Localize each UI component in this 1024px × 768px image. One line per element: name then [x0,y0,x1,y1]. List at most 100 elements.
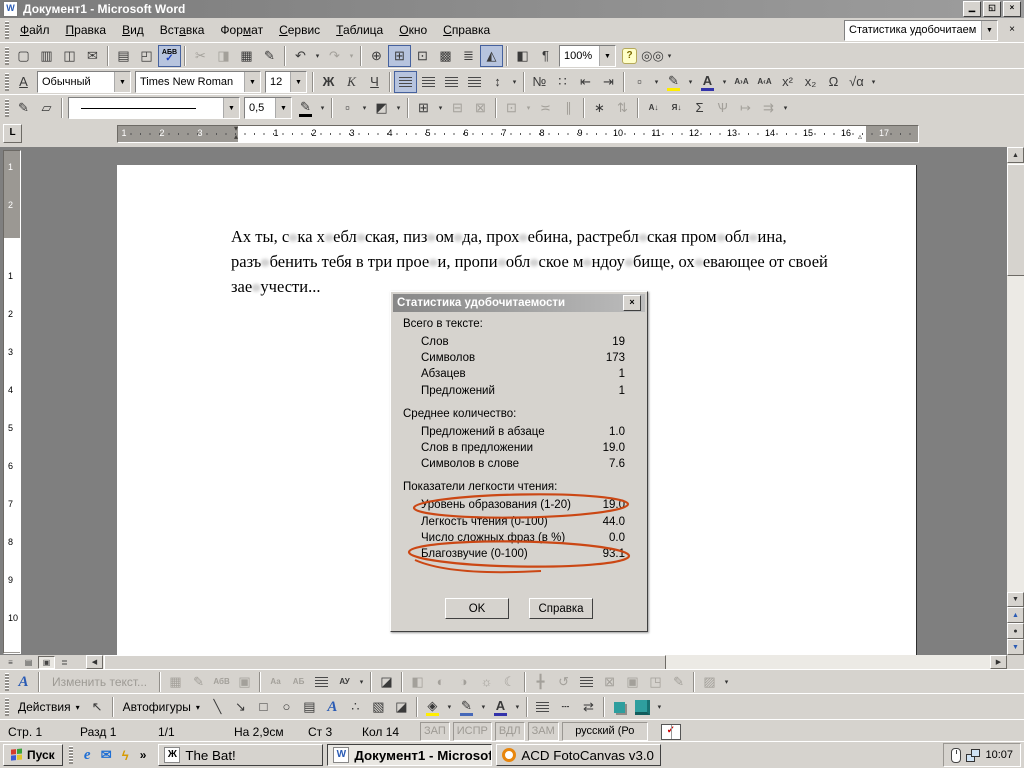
spelling-status-icon[interactable]: ✓ [661,724,681,740]
fill-color-dropdown[interactable]: ▾ [444,696,455,718]
align-center-icon[interactable] [417,71,440,93]
spelling-icon[interactable]: АБВ✓ [158,45,181,67]
next-page-icon[interactable]: ▼ [1007,639,1024,655]
format-picture-icon[interactable]: ◳ [644,671,667,693]
insert-clipart-icon[interactable]: ▧ [367,696,390,718]
text-box-icon[interactable]: ▤ [298,696,321,718]
status-mode-indicator[interactable]: ВДЛ [495,722,525,741]
sort-ascending-icon[interactable]: А↓ [642,97,665,119]
ok-button[interactable]: OK [445,598,509,619]
picture-text-wrapping-icon[interactable]: ▣ [621,671,644,693]
insert-columns-icon[interactable]: ⇉ [757,97,780,119]
reset-picture-icon[interactable]: ▨ [698,671,721,693]
line-weight-combo[interactable]: 0,5▼ [244,97,292,119]
tab-type-selector[interactable]: L [3,124,22,143]
toolbar-grip[interactable] [5,73,9,91]
spacing-decrease-icon[interactable]: А‹А [753,71,776,93]
hanging-indent-marker[interactable]: ▴ [234,133,238,141]
scroll-right-icon[interactable]: ▶ [990,655,1007,669]
find-icon[interactable]: ◎◎ [641,45,664,67]
menu-edit[interactable]: Правка [58,20,115,40]
cell-alignment-dropdown[interactable]: ▾ [523,97,534,119]
standard-more-dropdown[interactable]: ▾ [664,45,675,67]
font-color-icon[interactable]: А [696,71,719,93]
border-color-dropdown[interactable]: ▾ [317,97,328,119]
style-combo[interactable]: Обычный▼ [37,71,131,93]
wordart-alignment-icon[interactable] [310,671,333,693]
compress-pictures-icon[interactable]: ⊠ [598,671,621,693]
arrow-style-icon[interactable]: ⇄ [577,696,600,718]
internet-explorer-icon[interactable]: e [79,746,96,764]
vertical-ruler[interactable]: 2112345678910 [3,150,21,654]
zoom-combo[interactable]: 100%▼ [559,45,616,67]
font-size-combo-arrow-icon[interactable]: ▼ [290,72,306,92]
select-objects-icon[interactable]: ↖ [86,696,109,718]
start-button[interactable]: Пуск [3,744,63,766]
increase-indent-icon[interactable]: ⇥ [597,71,620,93]
edit-wordart-text-button[interactable]: Изменить текст... [43,675,156,689]
bulleted-list-icon[interactable]: ∷ [551,71,574,93]
scroll-down-icon[interactable]: ▼ [1007,592,1024,607]
status-mode-indicator[interactable]: ЗАМ [528,722,559,741]
close-document-icon[interactable]: × [1004,22,1020,38]
toolbar-grip[interactable] [5,21,9,39]
print-preview-icon[interactable]: ◰ [135,45,158,67]
toolbar-grip[interactable] [5,99,9,117]
open-icon[interactable]: ▥ [35,45,58,67]
wordart-same-letter-heights-icon[interactable]: Аа [264,671,287,693]
drawing-font-color-dropdown[interactable]: ▾ [512,696,523,718]
wordart-more-dropdown[interactable]: ▾ [356,671,367,693]
minimize-icon[interactable]: ▁ [963,1,981,17]
menu-view[interactable]: Вид [114,20,152,40]
mail-search-icon[interactable]: ✉ [81,45,104,67]
status-mode-indicator[interactable]: ЗАП [420,722,450,741]
font-combo[interactable]: Times New Roman▼ [135,71,261,93]
outlook-express-icon[interactable]: ✉ [98,746,115,764]
drawing-picture-icon[interactable]: ◪ [390,696,413,718]
symbol-icon[interactable]: Ω [822,71,845,93]
decrease-indent-icon[interactable]: ⇤ [574,71,597,93]
dash-style-icon[interactable]: ┄ [554,696,577,718]
redo-icon[interactable]: ↷ [323,45,346,67]
distribute-rows-icon[interactable]: ≍ [534,97,557,119]
toolbar-grip[interactable] [5,673,9,691]
insert-table-menu-icon[interactable]: ⊞ [412,97,435,119]
scroll-left-icon[interactable]: ◀ [86,655,103,669]
line-style-icon[interactable] [531,696,554,718]
scroll-up-icon[interactable]: ▲ [1007,147,1024,163]
format-painter-icon[interactable]: ✎ [258,45,281,67]
cut-icon[interactable]: ✂ [189,45,212,67]
previous-page-icon[interactable]: ▲ [1007,607,1024,623]
drawing-font-color-icon[interactable]: А [489,696,512,718]
vertical-scrollbar[interactable]: ▲ ▼ ▲ ● ▼ [1007,147,1024,655]
redo-dropdown[interactable]: ▾ [346,45,357,67]
set-transparent-color-icon[interactable]: ✎ [667,671,690,693]
insert-rows-icon[interactable]: ↦ [734,97,757,119]
more-contrast-icon[interactable]: ◐ [429,671,452,693]
autoshapes-menu[interactable]: Автофигуры▾ [117,697,206,717]
restore-icon[interactable]: ◱ [983,1,1001,17]
quick-launch-overflow-chevron[interactable]: » [137,748,150,762]
font-color-dropdown[interactable]: ▾ [719,71,730,93]
highlight-dropdown[interactable]: ▾ [685,71,696,93]
web-layout-view-icon[interactable]: ▤ [20,656,37,669]
menu-file[interactable]: Файл [12,20,58,40]
bold-icon[interactable]: Ж [317,71,340,93]
shading-color-icon[interactable]: ◩ [370,97,393,119]
equation-icon[interactable]: √α [845,71,868,93]
insert-table-dropdown[interactable]: ▾ [435,97,446,119]
insert-excel-icon[interactable]: ▩ [434,45,457,67]
outside-border-dropdown[interactable]: ▾ [359,97,370,119]
line-style-combo[interactable]: ▼ [68,97,240,119]
document-text[interactable]: Ах ты, сока хоеблоская, пизоомода, прохо… [231,224,871,299]
superscript-icon[interactable]: x² [776,71,799,93]
picture-more-dropdown[interactable]: ▾ [721,671,732,693]
tables-more-dropdown[interactable]: ▾ [780,97,791,119]
ask-question-value[interactable]: Статистика удобочитаем [845,24,981,36]
line-spacing-dropdown[interactable]: ▾ [509,71,520,93]
toolbar-grip[interactable] [5,47,9,65]
borders-icon[interactable]: ▫ [628,71,651,93]
italic-icon[interactable]: K [340,71,363,93]
numbered-list-icon[interactable]: № [528,71,551,93]
outline-view-icon[interactable]: ≣ [56,656,73,669]
